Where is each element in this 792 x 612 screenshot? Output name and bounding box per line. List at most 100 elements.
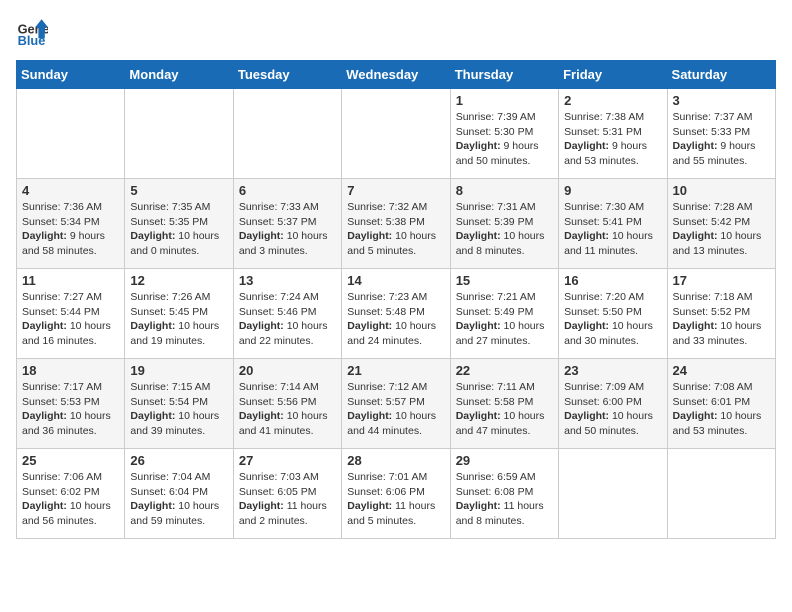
day-info: Sunrise: 7:30 AMSunset: 5:41 PMDaylight:… <box>564 200 661 259</box>
calendar-cell: 8 Sunrise: 7:31 AMSunset: 5:39 PMDaylight… <box>450 179 558 269</box>
day-info: Sunrise: 7:15 AMSunset: 5:54 PMDaylight:… <box>130 380 227 439</box>
day-number: 10 <box>673 183 770 198</box>
page-header: General Blue <box>16 16 776 48</box>
day-number: 18 <box>22 363 119 378</box>
weekday-header-thursday: Thursday <box>450 61 558 89</box>
day-info: Sunrise: 7:27 AMSunset: 5:44 PMDaylight:… <box>22 290 119 349</box>
day-number: 5 <box>130 183 227 198</box>
day-number: 11 <box>22 273 119 288</box>
day-number: 1 <box>456 93 553 108</box>
calendar-cell: 3 Sunrise: 7:37 AMSunset: 5:33 PMDaylight… <box>667 89 775 179</box>
day-info: Sunrise: 7:32 AMSunset: 5:38 PMDaylight:… <box>347 200 444 259</box>
day-number: 24 <box>673 363 770 378</box>
day-info: Sunrise: 7:21 AMSunset: 5:49 PMDaylight:… <box>456 290 553 349</box>
day-number: 2 <box>564 93 661 108</box>
day-info: Sunrise: 7:26 AMSunset: 5:45 PMDaylight:… <box>130 290 227 349</box>
day-info: Sunrise: 7:12 AMSunset: 5:57 PMDaylight:… <box>347 380 444 439</box>
day-info: Sunrise: 7:17 AMSunset: 5:53 PMDaylight:… <box>22 380 119 439</box>
calendar-cell: 27 Sunrise: 7:03 AMSunset: 6:05 PMDayligh… <box>233 449 341 539</box>
calendar-week-4: 18 Sunrise: 7:17 AMSunset: 5:53 PMDayligh… <box>17 359 776 449</box>
day-number: 7 <box>347 183 444 198</box>
day-number: 14 <box>347 273 444 288</box>
calendar-cell: 25 Sunrise: 7:06 AMSunset: 6:02 PMDayligh… <box>17 449 125 539</box>
day-info: Sunrise: 6:59 AMSunset: 6:08 PMDaylight:… <box>456 470 553 529</box>
weekday-header-wednesday: Wednesday <box>342 61 450 89</box>
day-info: Sunrise: 7:31 AMSunset: 5:39 PMDaylight:… <box>456 200 553 259</box>
calendar-cell: 2Sunrise: 7:38 AMSunset: 5:31 PMDaylight… <box>559 89 667 179</box>
calendar-cell: 9 Sunrise: 7:30 AMSunset: 5:41 PMDaylight… <box>559 179 667 269</box>
calendar-cell: 21 Sunrise: 7:12 AMSunset: 5:57 PMDayligh… <box>342 359 450 449</box>
day-info: Sunrise: 7:04 AMSunset: 6:04 PMDaylight:… <box>130 470 227 529</box>
weekday-header-tuesday: Tuesday <box>233 61 341 89</box>
day-number: 21 <box>347 363 444 378</box>
calendar-week-2: 4 Sunrise: 7:36 AMSunset: 5:34 PMDaylight… <box>17 179 776 269</box>
calendar-cell: 14 Sunrise: 7:23 AMSunset: 5:48 PMDayligh… <box>342 269 450 359</box>
calendar-cell: 24 Sunrise: 7:08 AMSunset: 6:01 PMDayligh… <box>667 359 775 449</box>
calendar-cell: 7 Sunrise: 7:32 AMSunset: 5:38 PMDaylight… <box>342 179 450 269</box>
day-info: Sunrise: 7:23 AMSunset: 5:48 PMDaylight:… <box>347 290 444 349</box>
calendar-cell <box>233 89 341 179</box>
weekday-header-saturday: Saturday <box>667 61 775 89</box>
day-info: Sunrise: 7:36 AMSunset: 5:34 PMDaylight:… <box>22 200 119 259</box>
calendar-cell: 10Sunrise: 7:28 AMSunset: 5:42 PMDayligh… <box>667 179 775 269</box>
day-number: 12 <box>130 273 227 288</box>
logo-icon: General Blue <box>16 16 48 48</box>
day-info: Sunrise: 7:03 AMSunset: 6:05 PMDaylight:… <box>239 470 336 529</box>
day-number: 20 <box>239 363 336 378</box>
day-number: 3 <box>673 93 770 108</box>
calendar-cell: 16 Sunrise: 7:20 AMSunset: 5:50 PMDayligh… <box>559 269 667 359</box>
calendar-week-1: 1Sunrise: 7:39 AMSunset: 5:30 PMDaylight… <box>17 89 776 179</box>
calendar-cell <box>559 449 667 539</box>
calendar-cell: 12 Sunrise: 7:26 AMSunset: 5:45 PMDayligh… <box>125 269 233 359</box>
weekday-header-row: SundayMondayTuesdayWednesdayThursdayFrid… <box>17 61 776 89</box>
day-number: 19 <box>130 363 227 378</box>
day-number: 17 <box>673 273 770 288</box>
calendar-cell <box>17 89 125 179</box>
calendar-cell: 23Sunrise: 7:09 AMSunset: 6:00 PMDayligh… <box>559 359 667 449</box>
day-number: 8 <box>456 183 553 198</box>
day-number: 16 <box>564 273 661 288</box>
calendar-cell: 4 Sunrise: 7:36 AMSunset: 5:34 PMDaylight… <box>17 179 125 269</box>
calendar-week-3: 11 Sunrise: 7:27 AMSunset: 5:44 PMDayligh… <box>17 269 776 359</box>
calendar-cell: 26 Sunrise: 7:04 AMSunset: 6:04 PMDayligh… <box>125 449 233 539</box>
calendar-cell <box>125 89 233 179</box>
day-number: 22 <box>456 363 553 378</box>
day-info: Sunrise: 7:18 AMSunset: 5:52 PMDaylight:… <box>673 290 770 349</box>
day-number: 4 <box>22 183 119 198</box>
weekday-header-friday: Friday <box>559 61 667 89</box>
logo: General Blue <box>16 16 56 48</box>
day-info: Sunrise: 7:33 AMSunset: 5:37 PMDaylight:… <box>239 200 336 259</box>
calendar-cell: 28Sunrise: 7:01 AMSunset: 6:06 PMDayligh… <box>342 449 450 539</box>
weekday-header-monday: Monday <box>125 61 233 89</box>
calendar-table: SundayMondayTuesdayWednesdayThursdayFrid… <box>16 60 776 539</box>
calendar-cell: 20 Sunrise: 7:14 AMSunset: 5:56 PMDayligh… <box>233 359 341 449</box>
calendar-cell: 15 Sunrise: 7:21 AMSunset: 5:49 PMDayligh… <box>450 269 558 359</box>
day-info: Sunrise: 7:09 AMSunset: 6:00 PMDaylight:… <box>564 380 661 439</box>
calendar-body: 1Sunrise: 7:39 AMSunset: 5:30 PMDaylight… <box>17 89 776 539</box>
day-info: Sunrise: 7:37 AMSunset: 5:33 PMDaylight:… <box>673 110 770 169</box>
day-number: 25 <box>22 453 119 468</box>
day-number: 28 <box>347 453 444 468</box>
calendar-cell: 13Sunrise: 7:24 AMSunset: 5:46 PMDayligh… <box>233 269 341 359</box>
calendar-cell: 6 Sunrise: 7:33 AMSunset: 5:37 PMDaylight… <box>233 179 341 269</box>
calendar-cell: 19 Sunrise: 7:15 AMSunset: 5:54 PMDayligh… <box>125 359 233 449</box>
day-number: 13 <box>239 273 336 288</box>
day-info: Sunrise: 7:06 AMSunset: 6:02 PMDaylight:… <box>22 470 119 529</box>
calendar-cell: 1Sunrise: 7:39 AMSunset: 5:30 PMDaylight… <box>450 89 558 179</box>
day-number: 29 <box>456 453 553 468</box>
day-info: Sunrise: 7:35 AMSunset: 5:35 PMDaylight:… <box>130 200 227 259</box>
calendar-cell: 17 Sunrise: 7:18 AMSunset: 5:52 PMDayligh… <box>667 269 775 359</box>
day-info: Sunrise: 7:14 AMSunset: 5:56 PMDaylight:… <box>239 380 336 439</box>
day-number: 6 <box>239 183 336 198</box>
day-number: 15 <box>456 273 553 288</box>
calendar-cell: 11 Sunrise: 7:27 AMSunset: 5:44 PMDayligh… <box>17 269 125 359</box>
calendar-cell: 5 Sunrise: 7:35 AMSunset: 5:35 PMDaylight… <box>125 179 233 269</box>
day-number: 9 <box>564 183 661 198</box>
day-info: Sunrise: 7:08 AMSunset: 6:01 PMDaylight:… <box>673 380 770 439</box>
day-number: 26 <box>130 453 227 468</box>
day-number: 27 <box>239 453 336 468</box>
day-info: Sunrise: 7:11 AMSunset: 5:58 PMDaylight:… <box>456 380 553 439</box>
calendar-cell: 18 Sunrise: 7:17 AMSunset: 5:53 PMDayligh… <box>17 359 125 449</box>
day-info: Sunrise: 7:20 AMSunset: 5:50 PMDaylight:… <box>564 290 661 349</box>
weekday-header-sunday: Sunday <box>17 61 125 89</box>
